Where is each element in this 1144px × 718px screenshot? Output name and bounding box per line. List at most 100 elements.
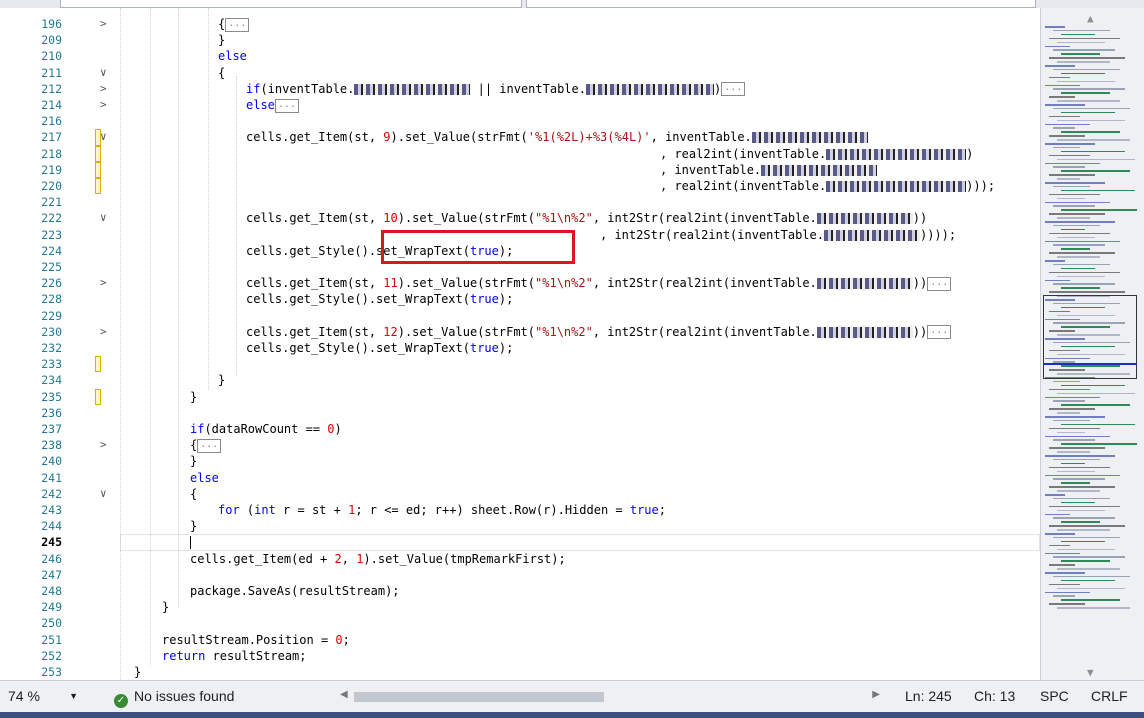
- code-text[interactable]: , real2int(inventTable.)));: [660, 178, 995, 194]
- fold-expand-icon[interactable]: >: [100, 81, 107, 97]
- code-line[interactable]: 217 ∨ cells.get_Item(st, 9).set_Value(strF…: [0, 129, 1040, 146]
- spacing-indicator[interactable]: SPC: [1040, 685, 1069, 707]
- code-text[interactable]: [190, 534, 191, 550]
- code-line[interactable]: 226 > cells.get_Item(st, 11).set_Value(str…: [0, 275, 1040, 291]
- code-text[interactable]: cells.get_Item(ed + 2, 1).set_Value(tmpR…: [190, 551, 566, 567]
- collapsed-region-button[interactable]: ...: [225, 17, 250, 32]
- code-text[interactable]: }: [134, 664, 141, 680]
- code-editor[interactable]: 196 >{... 209} 210 else 211 ∨{212 > if(inventTab…: [0, 8, 1040, 680]
- code-line[interactable]: 242 ∨ {: [0, 486, 1040, 502]
- code-text[interactable]: {...: [190, 437, 222, 453]
- fold-collapse-icon[interactable]: ∨: [100, 486, 107, 502]
- code-text[interactable]: }: [162, 599, 169, 615]
- code-text[interactable]: , real2int(inventTable.): [660, 146, 973, 162]
- code-line[interactable]: 212 > if(inventTable. || inventTable.)...: [0, 81, 1040, 97]
- code-text[interactable]: }: [190, 518, 197, 534]
- code-line[interactable]: 230 > cells.get_Item(st, 12).set_Value(str…: [0, 324, 1040, 340]
- issues-indicator[interactable]: ✓ No issues found: [114, 685, 234, 708]
- code-text[interactable]: cells.get_Style().set_WrapText(true);: [246, 291, 513, 307]
- code-line[interactable]: 234}: [0, 372, 1040, 388]
- code-line[interactable]: 220 , real2int(inventTable.)));: [0, 178, 1040, 195]
- navigation-dropdown[interactable]: [526, 0, 1036, 8]
- fold-expand-icon[interactable]: >: [100, 324, 107, 340]
- code-line[interactable]: 219 , inventTable.: [0, 161, 1040, 178]
- code-text[interactable]: }: [190, 453, 197, 469]
- code-line[interactable]: 235}: [0, 388, 1040, 405]
- code-text[interactable]: return resultStream;: [162, 648, 307, 664]
- collapsed-region-button[interactable]: ...: [197, 438, 222, 453]
- code-text[interactable]: , int2Str(real2int(inventTable.))));: [600, 227, 956, 243]
- horizontal-scroll-thumb[interactable]: [354, 692, 604, 702]
- code-line[interactable]: 245: [0, 534, 1040, 552]
- code-line[interactable]: 237 if(dataRowCount == 0): [0, 421, 1040, 437]
- zoom-dropdown[interactable]: 74 % ▼: [4, 685, 82, 707]
- code-text[interactable]: else: [190, 470, 219, 486]
- fold-expand-icon[interactable]: >: [100, 97, 107, 113]
- code-line[interactable]: 221: [0, 194, 1040, 210]
- fold-collapse-icon[interactable]: ∨: [100, 65, 107, 81]
- collapsed-region-button[interactable]: ...: [274, 98, 299, 113]
- vertical-scrollbar-minimap[interactable]: ▲ ▼: [1040, 8, 1144, 680]
- code-text[interactable]: cells.get_Style().set_WrapText(true);: [246, 340, 513, 356]
- code-line[interactable]: 252 return resultStream;: [0, 648, 1040, 664]
- code-text[interactable]: if(inventTable. || inventTable.)...: [246, 81, 746, 97]
- code-text[interactable]: {: [190, 486, 197, 502]
- code-text[interactable]: }: [218, 372, 225, 388]
- code-text[interactable]: for (int r = st + 1; r <= ed; r++) sheet…: [218, 502, 666, 518]
- code-line[interactable]: 247: [0, 567, 1040, 583]
- code-line[interactable]: 238 > {...: [0, 437, 1040, 453]
- chevron-up-icon[interactable]: ▲: [1087, 12, 1094, 25]
- code-line[interactable]: 232 cells.get_Style().set_WrapText(true);: [0, 340, 1040, 356]
- code-line[interactable]: 246 cells.get_Item(ed + 2, 1).set_Value(t…: [0, 551, 1040, 567]
- code-line[interactable]: 240}: [0, 453, 1040, 469]
- line-ending-indicator[interactable]: CRLF: [1091, 685, 1128, 707]
- code-text[interactable]: cells.get_Item(st, 9).set_Value(strFmt('…: [246, 129, 868, 145]
- minimap-viewport[interactable]: [1043, 295, 1137, 379]
- code-line[interactable]: 253}: [0, 664, 1040, 680]
- code-line[interactable]: 211 ∨ {: [0, 65, 1040, 81]
- code-line[interactable]: 248 package.SaveAs(resultStream);: [0, 583, 1040, 599]
- chevron-right-icon[interactable]: ▶: [872, 689, 880, 700]
- code-line[interactable]: 229: [0, 308, 1040, 324]
- code-line[interactable]: 233: [0, 356, 1040, 373]
- fold-expand-icon[interactable]: >: [100, 437, 107, 453]
- code-text[interactable]: , inventTable.: [660, 162, 878, 178]
- fold-collapse-icon[interactable]: ∨: [100, 210, 107, 226]
- code-text[interactable]: else: [218, 48, 247, 64]
- fold-collapse-icon[interactable]: ∨: [100, 129, 107, 145]
- code-line[interactable]: 209}: [0, 32, 1040, 48]
- code-text[interactable]: cells.get_Item(st, 12).set_Value(strFmt(…: [246, 324, 952, 340]
- chevron-down-icon[interactable]: ▼: [1087, 666, 1094, 679]
- horizontal-scrollbar[interactable]: ◀ ▶: [340, 689, 880, 705]
- collapsed-region-button[interactable]: ...: [927, 276, 952, 291]
- line-indicator[interactable]: Ln: 245: [905, 685, 952, 707]
- collapsed-region-button[interactable]: ...: [721, 82, 746, 97]
- fold-expand-icon[interactable]: >: [100, 16, 107, 32]
- code-line[interactable]: 210 else: [0, 48, 1040, 64]
- code-line[interactable]: 244}: [0, 518, 1040, 534]
- code-text[interactable]: else...: [246, 97, 299, 113]
- code-text[interactable]: {...: [218, 16, 250, 32]
- code-line[interactable]: 214 > else...: [0, 97, 1040, 113]
- code-text[interactable]: if(dataRowCount == 0): [190, 421, 342, 437]
- code-line[interactable]: 249}: [0, 599, 1040, 615]
- code-text[interactable]: resultStream.Position = 0;: [162, 632, 350, 648]
- code-line[interactable]: 228 cells.get_Style().set_WrapText(true);: [0, 291, 1040, 307]
- code-line[interactable]: 241 else: [0, 470, 1040, 486]
- code-line[interactable]: 251 resultStream.Position = 0;: [0, 632, 1040, 648]
- code-line[interactable]: 216: [0, 113, 1040, 129]
- code-line[interactable]: 243 for (int r = st + 1; r <= ed; r++) sh…: [0, 502, 1040, 518]
- code-text[interactable]: }: [218, 32, 225, 48]
- code-line[interactable]: 196 > {...: [0, 16, 1040, 32]
- member-dropdown[interactable]: [60, 0, 522, 8]
- code-text[interactable]: }: [190, 389, 197, 405]
- code-line[interactable]: 218 , real2int(inventTable.): [0, 145, 1040, 162]
- code-text[interactable]: {: [218, 65, 225, 81]
- code-text[interactable]: cells.get_Item(st, 11).set_Value(strFmt(…: [246, 275, 952, 291]
- collapsed-region-button[interactable]: ...: [927, 325, 952, 340]
- fold-expand-icon[interactable]: >: [100, 275, 107, 291]
- code-text[interactable]: cells.get_Item(st, 10).set_Value(strFmt(…: [246, 210, 927, 226]
- code-line[interactable]: 250: [0, 615, 1040, 631]
- chevron-left-icon[interactable]: ◀: [340, 689, 348, 700]
- column-indicator[interactable]: Ch: 13: [974, 685, 1015, 707]
